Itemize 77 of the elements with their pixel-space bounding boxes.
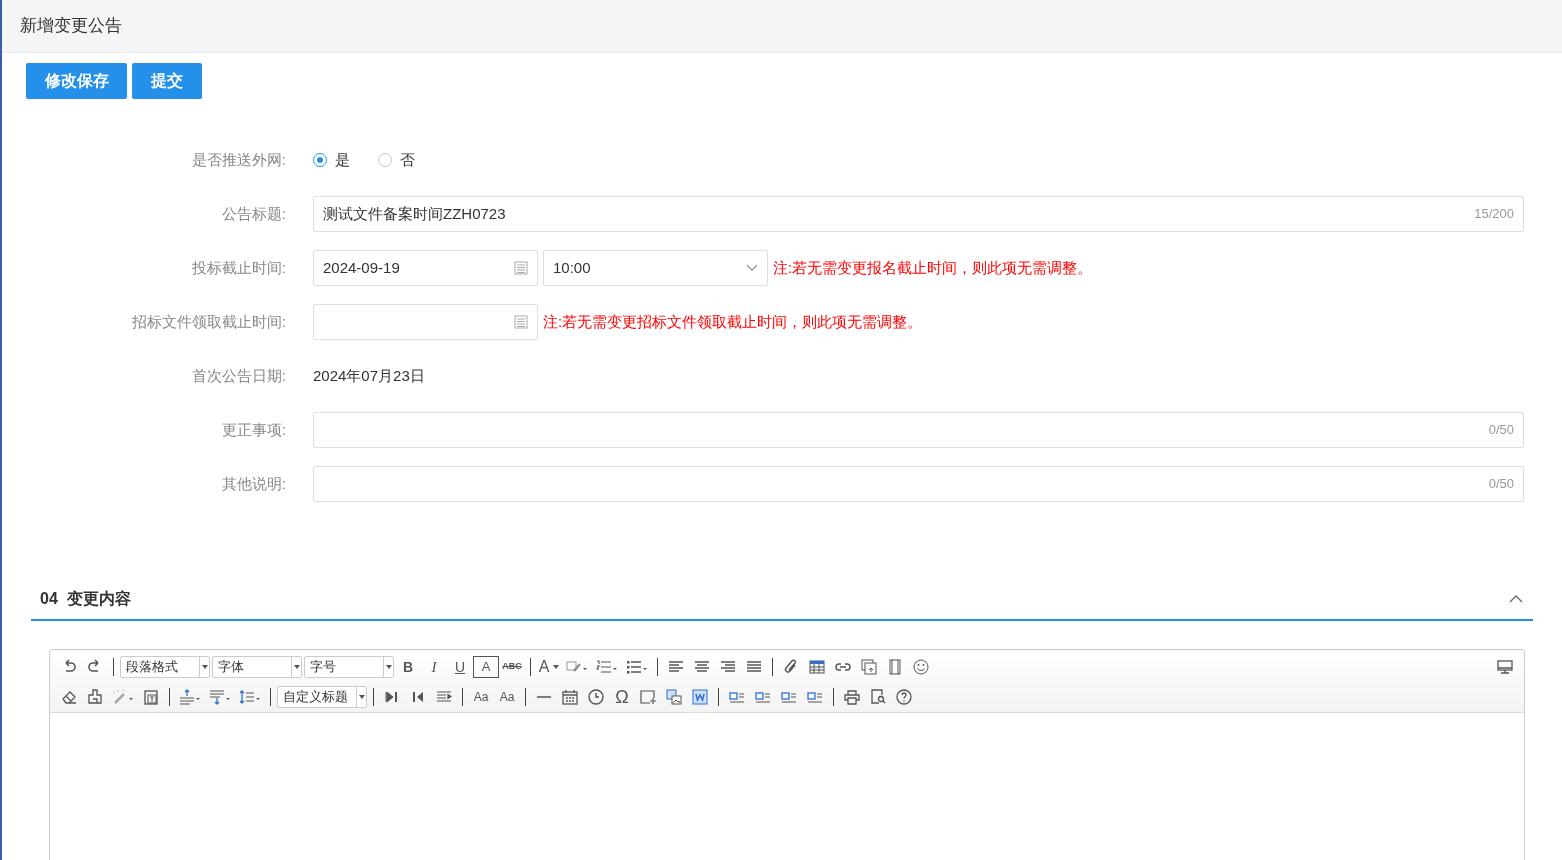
preview-icon[interactable] <box>870 689 886 705</box>
bold-button[interactable]: B <box>395 656 421 678</box>
image-layout-icon[interactable] <box>807 689 823 705</box>
caret-icon <box>201 665 208 669</box>
chevron-down-icon <box>746 264 758 272</box>
align-center-icon[interactable] <box>694 659 710 675</box>
field-label: 首次公告日期: <box>191 366 286 384</box>
date-field[interactable]: 2024-09-19 <box>313 250 538 286</box>
caret-icon <box>293 665 300 669</box>
word-image-icon[interactable] <box>666 689 682 705</box>
monitor-icon[interactable] <box>1497 659 1513 675</box>
toolbar-dropdown[interactable]: 字体 <box>212 656 302 678</box>
line-height-icon[interactable] <box>239 689 261 705</box>
bulleted-list-icon[interactable] <box>626 659 648 675</box>
text-direction-left-icon[interactable] <box>410 689 426 705</box>
italic-button[interactable]: I <box>421 656 447 678</box>
character-count: 0/50 <box>1488 421 1514 440</box>
image-layout-icon[interactable] <box>755 689 771 705</box>
character-count: 15/200 <box>1474 205 1514 224</box>
paragraph-spacing-top-icon[interactable] <box>179 689 201 705</box>
radio-label: 是 <box>335 149 350 170</box>
anchor-insert-icon[interactable] <box>640 689 656 705</box>
toolbar-dropdown[interactable]: 自定义标题 <box>277 686 367 708</box>
image-stack-icon[interactable] <box>861 659 877 675</box>
field-label: 更正事项: <box>221 420 286 438</box>
indent-icon[interactable] <box>436 689 452 705</box>
character-count: 0/50 <box>1488 475 1514 494</box>
help-icon[interactable] <box>896 689 912 705</box>
image-layout-icon[interactable] <box>781 689 797 705</box>
caret-icon <box>358 695 365 699</box>
film-strip-icon[interactable] <box>887 659 903 675</box>
text-direction-right-icon[interactable] <box>384 689 400 705</box>
format-painter-icon[interactable] <box>87 689 103 705</box>
date-field[interactable] <box>313 304 538 340</box>
clock-icon[interactable] <box>588 689 604 705</box>
field-label: 投标截止时间: <box>191 258 286 276</box>
smiley-icon[interactable] <box>913 659 929 675</box>
caret-icon <box>553 665 560 669</box>
border-button[interactable]: A <box>473 656 499 678</box>
underline-button[interactable]: U <box>447 656 473 678</box>
eraser-icon[interactable] <box>61 689 77 705</box>
date-value: 2024年07月23日 <box>313 365 425 386</box>
paste-text-icon[interactable] <box>143 689 159 705</box>
section-header[interactable]: 04 变更内容 <box>31 579 1533 621</box>
calendar-icon[interactable] <box>562 689 578 705</box>
field-label: 公告标题: <box>221 204 286 222</box>
align-right-icon[interactable] <box>720 659 736 675</box>
field-label: 其他说明: <box>221 474 286 492</box>
justify-icon[interactable] <box>746 659 762 675</box>
note-text: 注:若无需变更招标文件领取截止时间，则此项无需调整。 <box>543 311 923 332</box>
numbered-list-icon[interactable] <box>596 659 618 675</box>
page-title: 新增变更公告 <box>20 15 122 38</box>
field-label: 招标文件领取截止时间: <box>131 312 286 330</box>
title-field[interactable]: 测试文件备案时间ZZH0723 15/200 <box>313 196 1524 232</box>
align-left-icon[interactable] <box>668 659 684 675</box>
time-select[interactable]: 10:00 <box>543 250 768 286</box>
calendar-icon <box>514 315 528 329</box>
toolbar-dropdown[interactable]: 字号 <box>304 656 394 678</box>
calendar-icon <box>514 261 528 275</box>
radio-label: 否 <box>400 149 415 170</box>
image-layout-icon[interactable] <box>729 689 745 705</box>
printer-icon[interactable] <box>844 689 860 705</box>
special-character-button[interactable]: Ω <box>609 686 635 708</box>
caret-icon <box>385 665 392 669</box>
toolbar-dropdown[interactable]: 段落格式 <box>120 656 210 678</box>
font-color-button[interactable]: A <box>536 656 562 678</box>
table-icon[interactable] <box>809 659 825 675</box>
chevron-up-icon[interactable] <box>1509 595 1523 603</box>
letter-case-button[interactable]: Aa <box>468 686 494 708</box>
strikethrough-button[interactable]: ABC <box>499 656 525 678</box>
field-label: 是否推送外网: <box>191 150 286 168</box>
section-title: 04 变更内容 <box>40 589 132 609</box>
paragraph-spacing-bottom-icon[interactable] <box>209 689 231 705</box>
letter-case-button[interactable]: Aa <box>494 686 520 708</box>
note-text: 注:若无需变更报名截止时间，则此项无需调整。 <box>773 257 1093 278</box>
word-document-icon[interactable] <box>692 689 708 705</box>
paperclip-icon[interactable] <box>783 659 799 675</box>
